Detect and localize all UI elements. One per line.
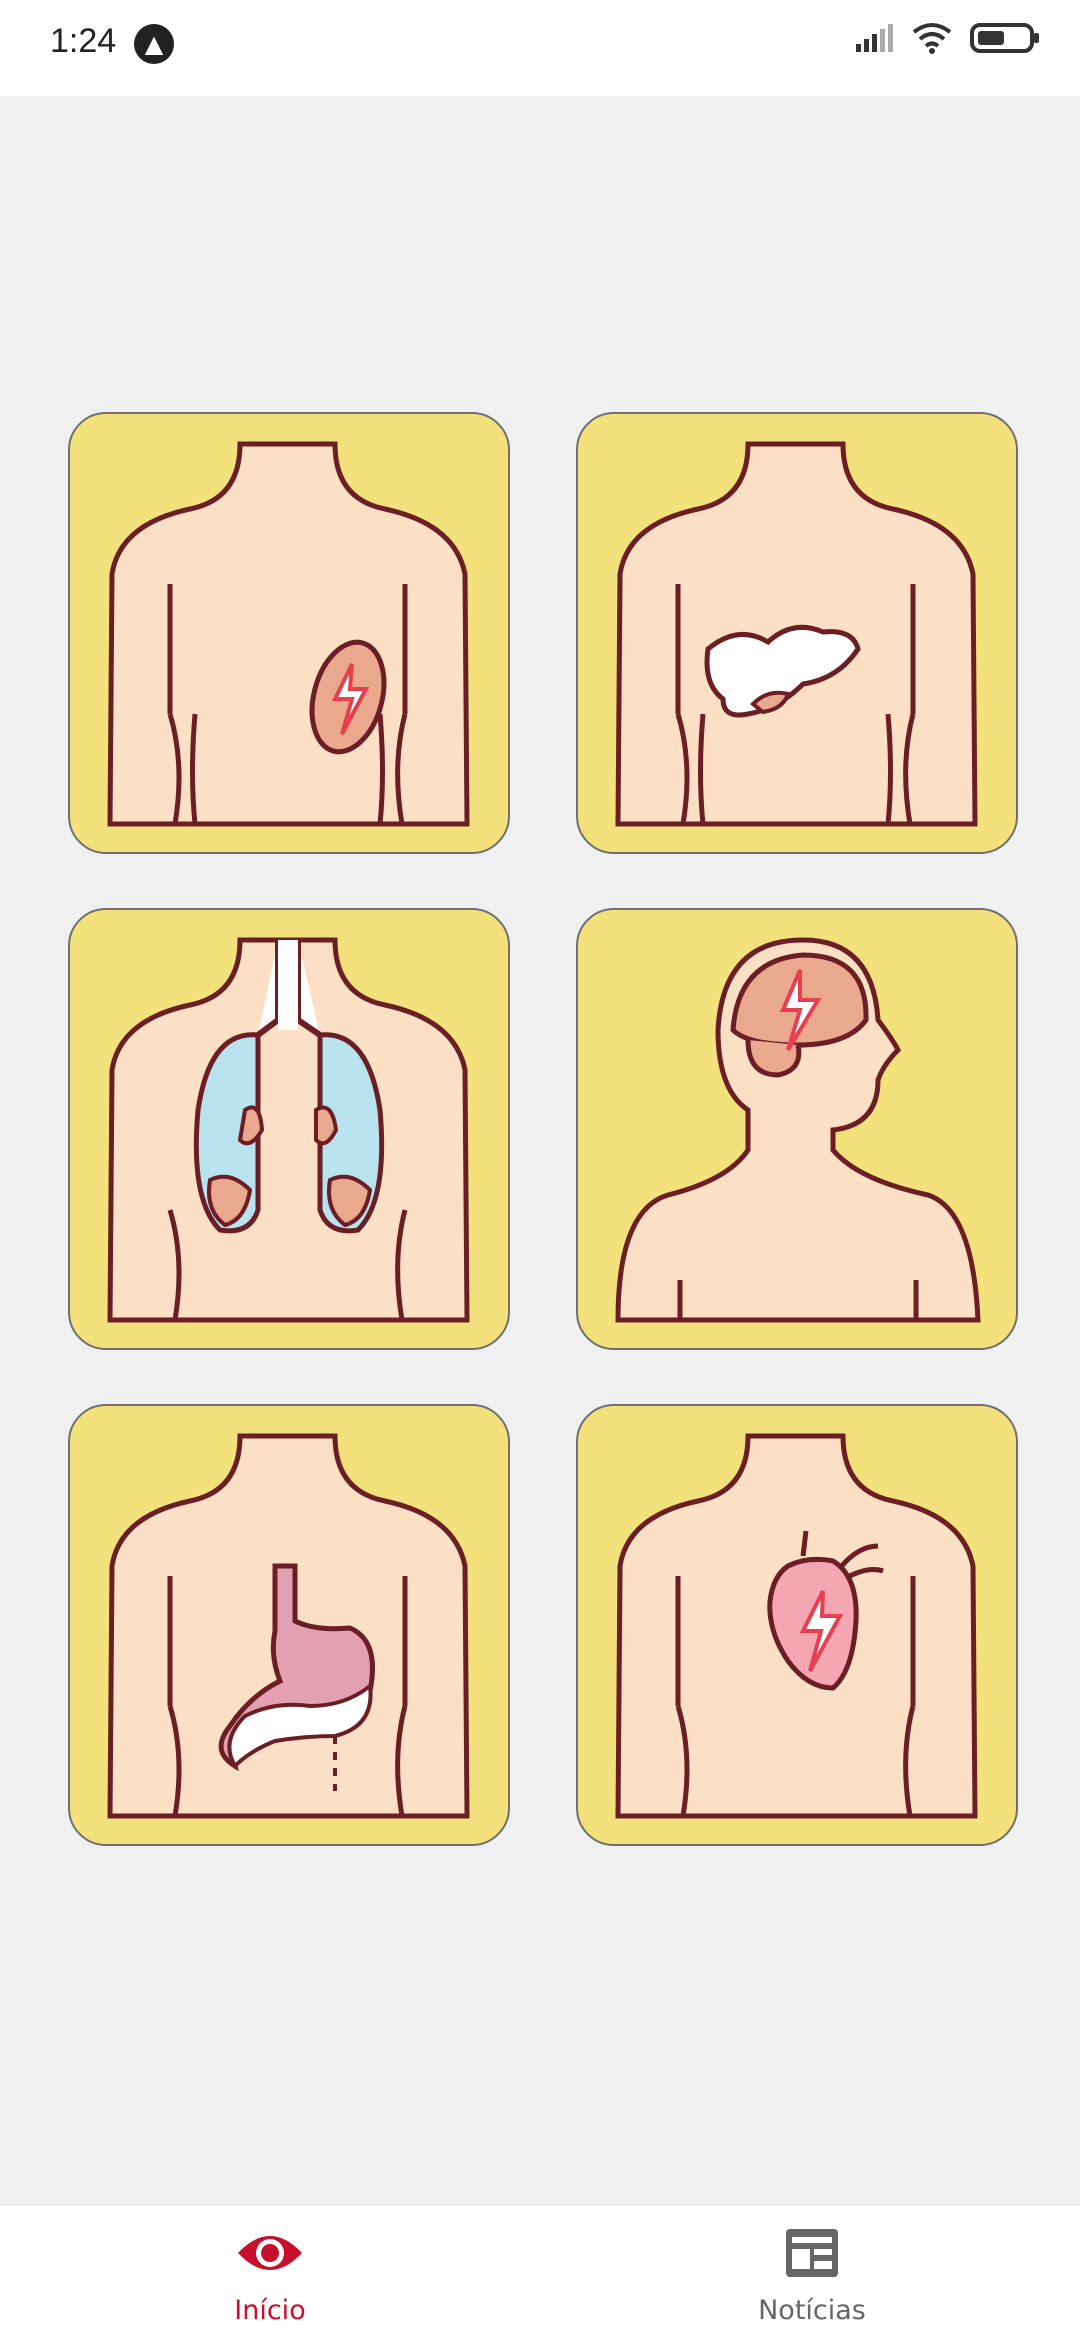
signal-icon <box>856 24 893 52</box>
app-notification-icon: ▲ <box>134 24 174 64</box>
card-stomach[interactable] <box>68 1404 510 1846</box>
battery-icon <box>970 23 1039 53</box>
card-heart[interactable] <box>576 1404 1018 1846</box>
liver-body-icon <box>615 441 978 827</box>
heart-body-icon <box>615 1433 978 1819</box>
eye-icon <box>238 2236 302 2270</box>
nav-noticias[interactable]: Notícias <box>712 2225 912 2326</box>
nav-inicio[interactable]: Início <box>170 2225 370 2326</box>
brain-head-icon <box>615 937 981 1323</box>
card-lungs[interactable] <box>68 908 510 1350</box>
bottom-nav: Início Notícias <box>0 2204 1080 2341</box>
newspaper-icon <box>786 2229 838 2277</box>
stomach-body-icon <box>107 1433 470 1819</box>
nav-inicio-label: Início <box>234 2295 306 2326</box>
status-icons <box>854 22 1040 54</box>
spleen-body-icon <box>107 441 470 827</box>
card-brain[interactable] <box>576 908 1018 1350</box>
nav-noticias-label: Notícias <box>758 2295 866 2326</box>
status-time: 1:24 <box>50 22 117 60</box>
status-bar: 1:24 ▲ <box>0 0 1080 96</box>
card-spleen[interactable] <box>68 412 510 854</box>
card-liver[interactable] <box>576 412 1018 854</box>
lungs-body-icon <box>107 937 470 1323</box>
wifi-icon <box>912 23 952 54</box>
